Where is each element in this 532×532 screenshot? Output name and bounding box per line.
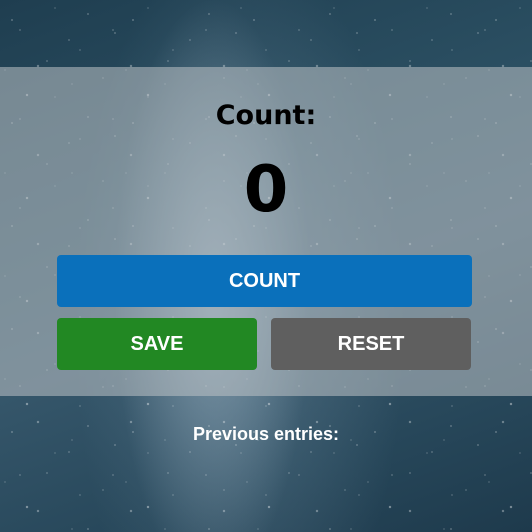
count-button[interactable]: COUNT — [57, 255, 472, 307]
previous-entries-heading: Previous entries: — [192, 424, 340, 444]
reset-button[interactable]: RESET — [271, 318, 471, 370]
count-value: 0 — [243, 153, 289, 227]
save-button[interactable]: SAVE — [57, 318, 257, 370]
count-label: Count: — [215, 100, 317, 131]
